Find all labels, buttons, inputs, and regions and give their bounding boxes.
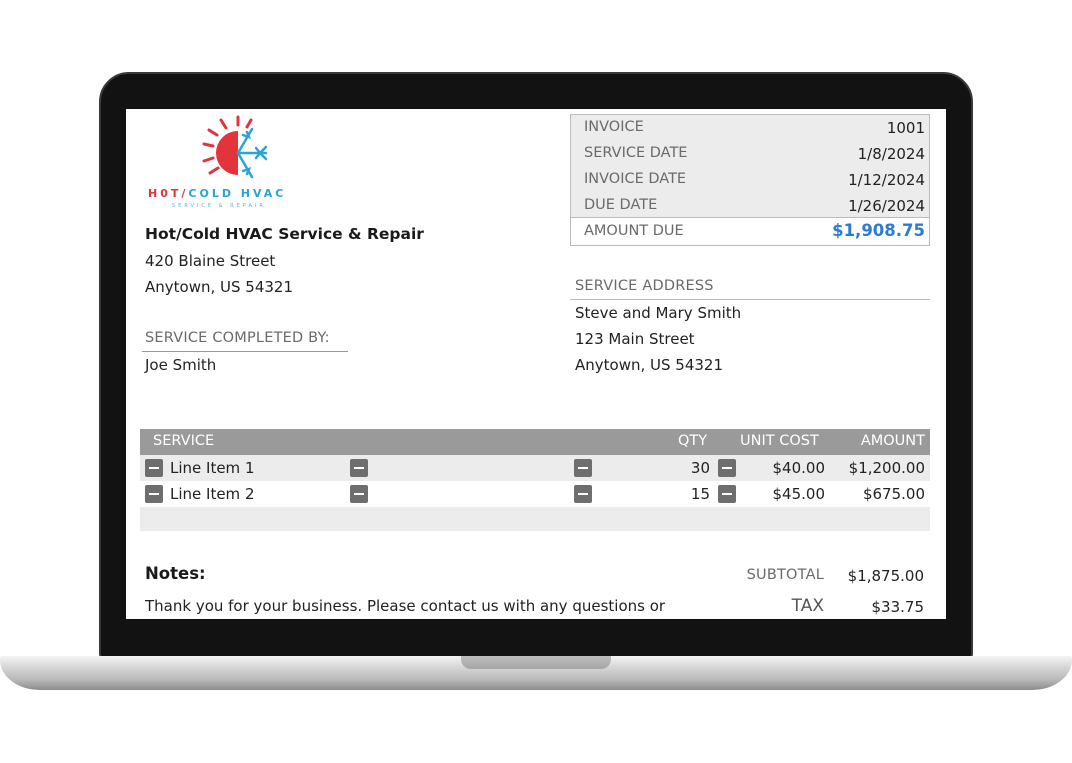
table-row: Line Item 2 15 $45.00 $675.00 xyxy=(140,481,930,507)
remove-icon[interactable] xyxy=(718,459,736,477)
remove-icon[interactable] xyxy=(350,459,368,477)
subtotal-label: SUBTOTAL xyxy=(746,567,824,583)
remove-row-icon[interactable] xyxy=(145,485,163,503)
technician-name[interactable]: Joe Smith xyxy=(145,356,216,374)
service-date[interactable]: 1/8/2024 xyxy=(858,145,925,163)
divider xyxy=(570,299,930,300)
company-address-line1: 420 Blaine Street xyxy=(145,252,276,270)
customer-name[interactable]: Steve and Mary Smith xyxy=(575,304,741,322)
tax-value: $33.75 xyxy=(871,598,925,616)
line-item-amount: $1,200.00 xyxy=(848,459,925,477)
remove-icon[interactable] xyxy=(574,459,592,477)
service-completed-by-label: SERVICE COMPLETED BY: xyxy=(145,330,330,346)
line-item-service[interactable]: Line Item 1 xyxy=(170,459,255,477)
remove-row-icon[interactable] xyxy=(145,459,163,477)
column-header-service: SERVICE xyxy=(153,433,215,449)
empty-table-row[interactable] xyxy=(140,507,930,531)
due-date[interactable]: 1/26/2024 xyxy=(848,197,925,215)
line-item-unit-cost[interactable]: $45.00 xyxy=(773,485,826,503)
logo-tagline: SERVICE & REPAIR xyxy=(172,203,266,209)
invoice-number[interactable]: 1001 xyxy=(887,119,925,137)
invoice-info-box: INVOICE 1001 SERVICE DATE 1/8/2024 INVOI… xyxy=(570,114,930,246)
invoice-screen: H0T/COLD HVAC SERVICE & REPAIR Hot/Cold … xyxy=(126,109,946,619)
line-items-header: SERVICE QTY UNIT COST AMOUNT xyxy=(140,429,930,455)
line-item-amount: $675.00 xyxy=(862,485,925,503)
remove-icon[interactable] xyxy=(718,485,736,503)
remove-icon[interactable] xyxy=(574,485,592,503)
company-address-line2: Anytown, US 54321 xyxy=(145,278,294,296)
due-date-row: DUE DATE 1/26/2024 xyxy=(584,197,925,215)
divider xyxy=(142,351,348,352)
tax-label: TAX xyxy=(791,596,824,616)
customer-address-line1[interactable]: 123 Main Street xyxy=(575,330,695,348)
line-item-service[interactable]: Line Item 2 xyxy=(170,485,255,503)
logo-wordmark: H0T/COLD HVAC xyxy=(148,187,287,200)
column-header-amount: AMOUNT xyxy=(860,433,925,449)
amount-due-row: AMOUNT DUE $1,908.75 xyxy=(584,221,925,240)
line-item-qty[interactable]: 30 xyxy=(691,459,710,477)
sun-snowflake-logo-icon xyxy=(202,115,268,179)
company-name: Hot/Cold HVAC Service & Repair xyxy=(145,225,424,243)
remove-icon[interactable] xyxy=(350,485,368,503)
notes-text[interactable]: Thank you for your business. Please cont… xyxy=(145,593,705,619)
service-date-row: SERVICE DATE 1/8/2024 xyxy=(584,145,925,163)
column-header-qty: QTY xyxy=(678,433,708,449)
service-address-label: SERVICE ADDRESS xyxy=(575,278,714,294)
customer-address-line2[interactable]: Anytown, US 54321 xyxy=(575,356,723,374)
column-header-unit-cost: UNIT COST xyxy=(740,433,819,449)
notes-label: Notes: xyxy=(145,564,206,583)
amount-due: $1,908.75 xyxy=(832,221,925,240)
line-item-qty[interactable]: 15 xyxy=(691,485,710,503)
subtotal-value: $1,875.00 xyxy=(847,567,924,585)
invoice-number-row: INVOICE 1001 xyxy=(584,119,925,137)
invoice-date[interactable]: 1/12/2024 xyxy=(848,171,925,189)
line-item-unit-cost[interactable]: $40.00 xyxy=(773,459,826,477)
table-row: Line Item 1 30 $40.00 $1,200.00 xyxy=(140,455,930,481)
laptop-notch xyxy=(461,656,611,669)
invoice-date-row: INVOICE DATE 1/12/2024 xyxy=(584,171,925,189)
